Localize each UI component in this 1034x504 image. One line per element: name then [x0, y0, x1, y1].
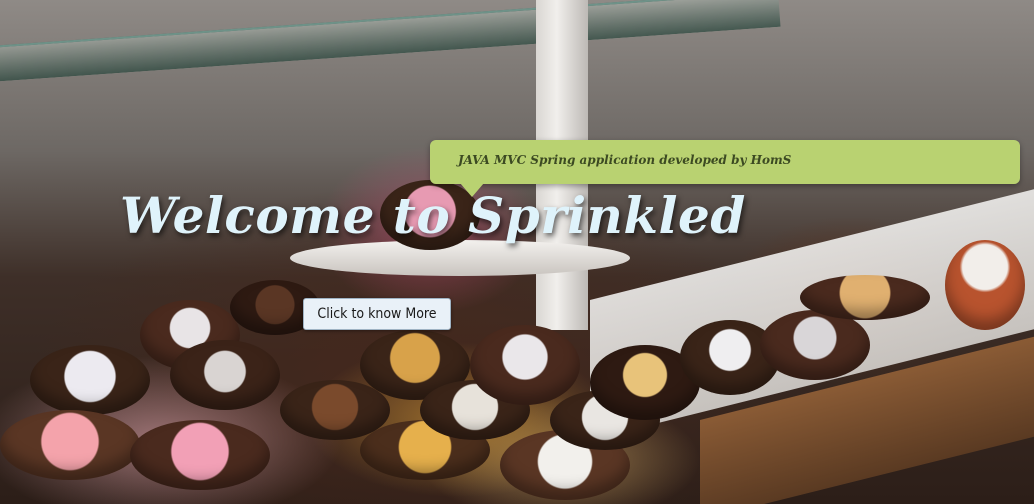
background-photo — [0, 0, 1034, 504]
donut — [760, 310, 870, 380]
donut — [170, 340, 280, 410]
donut — [800, 275, 930, 320]
know-more-button[interactable]: Click to know More — [303, 298, 451, 330]
donut — [945, 240, 1025, 330]
info-tooltip: JAVA MVC Spring application developed by… — [430, 140, 1020, 184]
hero-section: JAVA MVC Spring application developed by… — [0, 0, 1034, 504]
tooltip-text: JAVA MVC Spring application developed by… — [458, 153, 792, 167]
donut — [30, 345, 150, 415]
glass-shelf — [0, 0, 781, 84]
donut — [0, 410, 140, 480]
donut — [130, 420, 270, 490]
cake-stand-plate — [290, 240, 630, 276]
hero-title: Welcome to Sprinkled — [120, 186, 746, 245]
donut — [470, 325, 580, 405]
